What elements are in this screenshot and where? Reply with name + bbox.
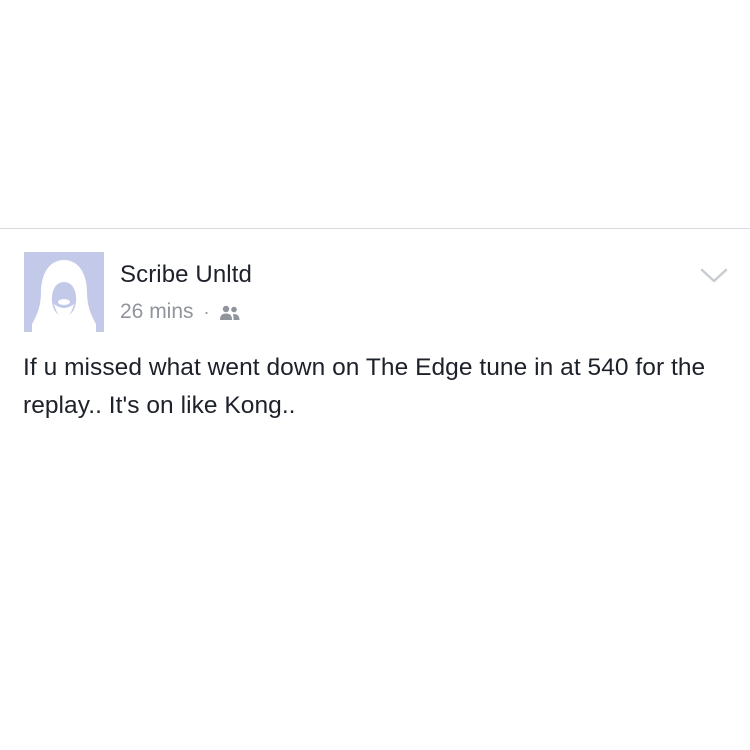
feed-divider [0, 228, 750, 229]
timestamp[interactable]: 26 mins [120, 300, 194, 324]
chevron-down-icon[interactable] [700, 267, 728, 285]
post-message: If u missed what went down on The Edge t… [23, 354, 706, 419]
default-profile-silhouette-icon [24, 252, 104, 332]
avatar[interactable] [24, 252, 104, 332]
meta-separator: · [203, 301, 210, 322]
author-name[interactable]: Scribe Unltd [120, 261, 252, 289]
post-meta: 26 mins · [120, 300, 241, 324]
post-screen: Scribe Unltd 26 mins · If u missed what … [0, 0, 750, 750]
friends-icon[interactable] [219, 305, 241, 321]
